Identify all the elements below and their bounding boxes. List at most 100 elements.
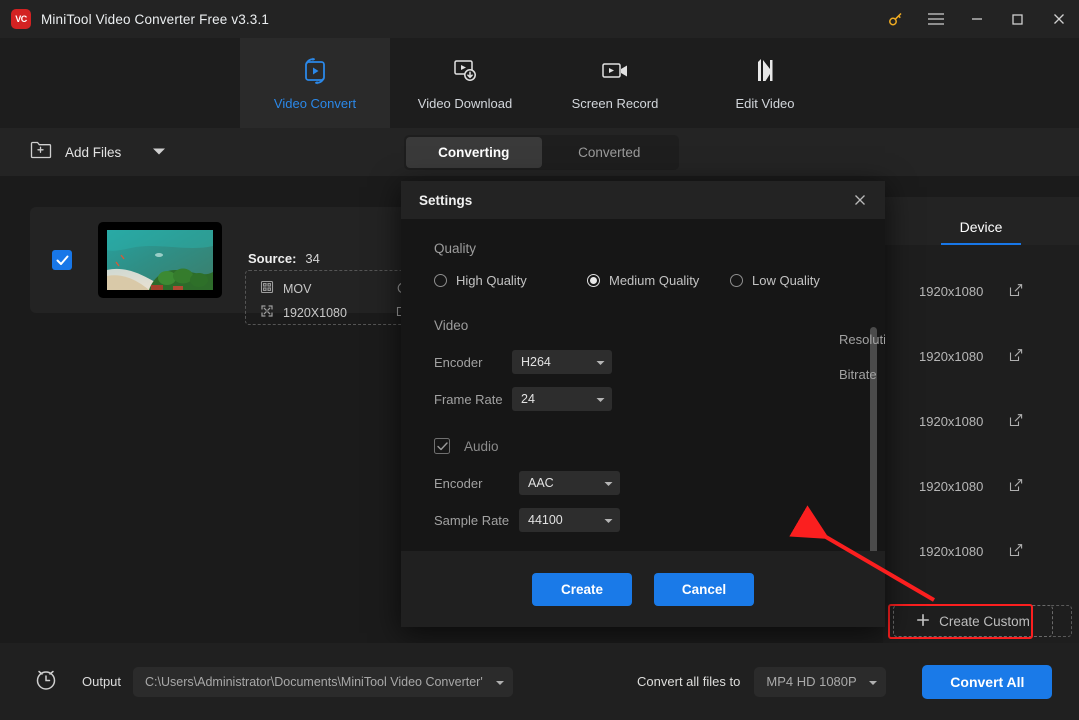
- screen-record-icon: [599, 55, 631, 87]
- output-format-value: MP4 HD 1080P: [766, 674, 857, 689]
- video-framerate-row: Frame Rate 24: [434, 387, 885, 411]
- radio-high-quality-label: High Quality: [456, 273, 527, 288]
- audio-encoder-row: Encoder AAC: [434, 471, 885, 495]
- close-icon[interactable]: [847, 187, 873, 213]
- edit-square-icon[interactable]: [1009, 543, 1023, 560]
- quality-radio-group: High Quality Medium Quality Low Quality: [434, 273, 885, 288]
- list-item[interactable]: 1920x1080: [883, 389, 1079, 454]
- tab-converted[interactable]: Converted: [542, 137, 678, 168]
- window-controls: [877, 0, 1079, 38]
- meta-resolution: 1920X1080: [260, 304, 347, 321]
- tab-edit-video[interactable]: Edit Video: [690, 38, 840, 128]
- list-item[interactable]: 1920x1080: [883, 454, 1079, 519]
- audio-encoder-value: AAC: [528, 476, 554, 490]
- list-item[interactable]: 1920x1080: [883, 259, 1079, 324]
- title-bar: VC MiniTool Video Converter Free v3.3.1: [0, 0, 1079, 38]
- main-navigation: Video Convert Video Download Screen Reco…: [0, 38, 1079, 128]
- video-framerate-select[interactable]: 24: [512, 387, 612, 411]
- device-presets-panel: Device 1920x1080 1920x1080 1920x1080 192…: [876, 197, 1079, 643]
- preset-resolution: 1920x1080: [919, 414, 984, 429]
- video-bitrate-row: Bitrate 6000: [839, 362, 885, 386]
- resolution-icon: [260, 304, 274, 321]
- audio-checkbox[interactable]: [434, 438, 450, 454]
- create-custom-button[interactable]: Create Custom: [893, 605, 1053, 637]
- file-format-icon: [260, 280, 274, 297]
- video-encoder-value: H264: [521, 355, 551, 369]
- maximize-icon[interactable]: [997, 0, 1038, 38]
- edit-square-icon[interactable]: [1009, 348, 1023, 365]
- cancel-button[interactable]: Cancel: [654, 572, 754, 606]
- quality-section-label: Quality: [434, 241, 477, 256]
- bottom-action-bar: Output C:\Users\Administrator\Documents\…: [0, 643, 1079, 720]
- add-files-button[interactable]: Add Files: [30, 140, 166, 164]
- list-item[interactable]: 1920x1080: [883, 324, 1079, 389]
- video-encoder-select[interactable]: H264: [512, 350, 612, 374]
- radio-high-quality[interactable]: High Quality: [434, 273, 587, 288]
- radio-dot-selected-icon: [587, 274, 600, 287]
- radio-low-quality-label: Low Quality: [752, 273, 820, 288]
- audio-section-label: Audio: [464, 438, 499, 454]
- chevron-down-icon: [596, 355, 605, 369]
- tab-edit-video-label: Edit Video: [735, 96, 795, 111]
- output-format-select[interactable]: MP4 HD 1080P: [754, 666, 887, 697]
- video-download-icon: [450, 55, 480, 87]
- minimize-icon[interactable]: [956, 0, 997, 38]
- device-presets-list: 1920x1080 1920x1080 1920x1080 1920x1080 …: [876, 245, 1079, 584]
- tab-video-convert[interactable]: Video Convert: [240, 38, 390, 128]
- create-button[interactable]: Create: [532, 572, 632, 606]
- meta-resolution-value: 1920X1080: [283, 305, 347, 320]
- tab-video-download[interactable]: Video Download: [390, 38, 540, 128]
- video-bitrate-label: Bitrate: [839, 366, 877, 382]
- radio-dot-icon: [434, 274, 447, 287]
- video-resolution-row: Resolution 1920x1080: [839, 327, 885, 351]
- key-icon[interactable]: [877, 0, 915, 38]
- output-path-select[interactable]: C:\Users\Administrator\Documents\MiniToo…: [133, 666, 514, 697]
- output-path-value: C:\Users\Administrator\Documents\MiniToo…: [145, 674, 483, 689]
- video-resolution-label: Resolution: [839, 331, 885, 347]
- edit-square-icon[interactable]: [1009, 478, 1023, 495]
- application-window: VC MiniTool Video Converter Free v3.3.1: [0, 0, 1079, 720]
- file-select-checkbox[interactable]: [52, 250, 72, 270]
- audio-samplerate-value: 44100: [528, 513, 563, 527]
- radio-low-quality[interactable]: Low Quality: [730, 273, 820, 288]
- settings-dialog-title: Settings: [419, 192, 473, 208]
- edit-video-icon: [750, 55, 780, 87]
- source-info: Source: 34: [248, 251, 320, 266]
- settings-dialog-header: Settings: [401, 181, 885, 219]
- video-convert-icon: [300, 55, 330, 87]
- tab-screen-record-label: Screen Record: [571, 96, 659, 111]
- alarm-clock-icon[interactable]: [32, 665, 60, 698]
- tab-converting[interactable]: Converting: [406, 137, 542, 168]
- thumbnail-image: [107, 230, 213, 290]
- plus-icon: [916, 613, 930, 630]
- settings-dialog-body: Quality High Quality Medium Quality Low …: [401, 219, 885, 589]
- meta-format-value: MOV: [283, 281, 312, 296]
- radio-medium-quality[interactable]: Medium Quality: [587, 273, 730, 288]
- video-encoder-row: Encoder H264: [434, 350, 885, 374]
- video-framerate-value: 24: [521, 392, 535, 406]
- edit-square-icon[interactable]: [1009, 283, 1023, 300]
- hamburger-menu-icon[interactable]: [915, 0, 956, 38]
- preset-resolution: 1920x1080: [919, 284, 984, 299]
- convert-all-button[interactable]: Convert All: [922, 664, 1053, 699]
- audio-samplerate-select[interactable]: 44100: [519, 508, 620, 532]
- video-thumbnail: [98, 222, 222, 298]
- video-section-label: Video: [434, 318, 469, 333]
- preset-resolution: 1920x1080: [919, 479, 984, 494]
- radio-medium-quality-label: Medium Quality: [609, 273, 700, 288]
- close-icon[interactable]: [1038, 0, 1079, 38]
- audio-section-toggle[interactable]: Audio: [434, 438, 885, 454]
- device-panel-header: Device: [883, 197, 1079, 245]
- audio-encoder-select[interactable]: AAC: [519, 471, 620, 495]
- edit-square-icon[interactable]: [1009, 413, 1023, 430]
- chevron-down-icon[interactable]: [152, 143, 166, 161]
- audio-samplerate-label: Sample Rate: [434, 512, 510, 528]
- audio-samplerate-row: Sample Rate 44100: [434, 508, 885, 532]
- converting-converted-tabs: Converting Converted: [404, 135, 679, 170]
- video-framerate-label: Frame Rate: [434, 391, 503, 407]
- list-item[interactable]: 1920x1080: [883, 519, 1079, 584]
- tab-device[interactable]: Device: [941, 219, 1021, 245]
- tab-screen-record[interactable]: Screen Record: [540, 38, 690, 128]
- add-files-label: Add Files: [65, 144, 122, 160]
